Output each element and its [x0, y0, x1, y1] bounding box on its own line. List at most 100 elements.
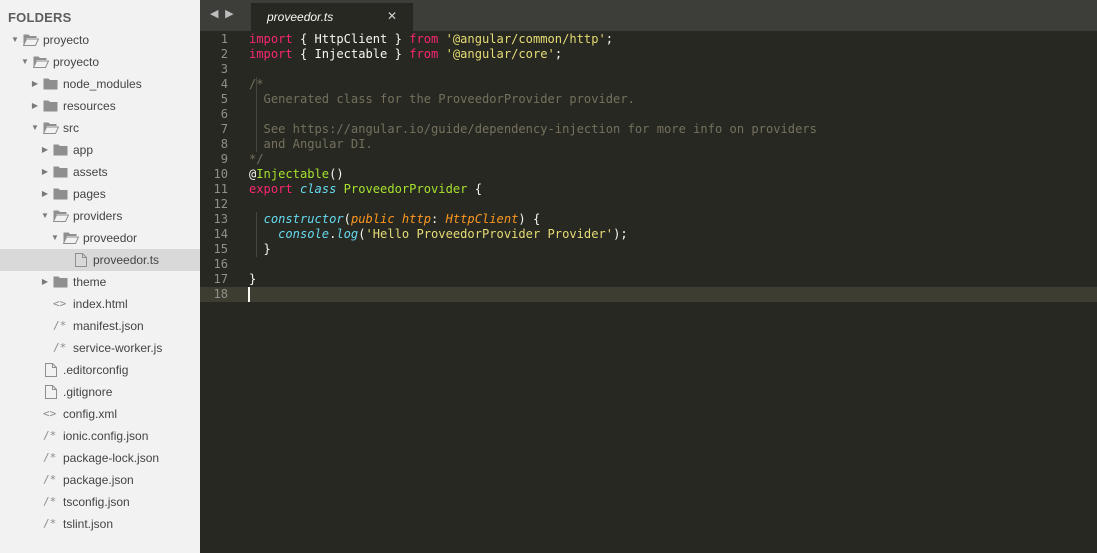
code-token: Generated class for the ProveedorProvide…: [249, 92, 635, 106]
chevron-down-icon[interactable]: ▼: [20, 51, 30, 73]
tree-folder-src[interactable]: ▼ src: [0, 117, 200, 139]
tree-folder-proyecto[interactable]: ▼ proyecto: [0, 51, 200, 73]
code-editor[interactable]: 1 import { HttpClient } from '@angular/co…: [200, 31, 1097, 553]
tree-file-config-xml[interactable]: <> config.xml: [0, 403, 200, 425]
comment-icon: /*: [43, 451, 57, 464]
chevron-down-icon[interactable]: ▼: [40, 205, 50, 227]
code-line[interactable]: 8 and Angular DI.: [200, 137, 1097, 152]
chevron-right-icon[interactable]: ▶: [40, 139, 50, 161]
code-token: import: [249, 47, 293, 61]
code-line[interactable]: 12: [200, 197, 1097, 212]
tree-folder-proyecto[interactable]: ▼ proyecto: [0, 29, 200, 51]
chevron-right-icon[interactable]: ▶: [40, 161, 50, 183]
code-text: and Angular DI.: [249, 137, 373, 152]
chevron-right-icon[interactable]: ▶: [30, 73, 40, 95]
line-number: 17: [213, 272, 228, 286]
tab-navigation: ◀ ▶: [210, 7, 237, 23]
code-token: ;: [605, 32, 614, 46]
code-line[interactable]: 4 /*: [200, 77, 1097, 92]
folder-icon: [43, 77, 58, 91]
folder-open-icon: [33, 55, 49, 69]
chevron-right-icon[interactable]: ▶: [40, 271, 50, 293]
tree-folder-node-modules[interactable]: ▶ node_modules: [0, 73, 200, 95]
folder-open-icon: [23, 33, 39, 47]
code-line[interactable]: 13 constructor(public http: HttpClient) …: [200, 212, 1097, 227]
code-line[interactable]: 2 import { Injectable } from '@angular/co…: [200, 47, 1097, 62]
tree-folder-assets[interactable]: ▶ assets: [0, 161, 200, 183]
code-line[interactable]: 6: [200, 107, 1097, 122]
code-token: Injectable: [256, 167, 330, 181]
folder-open-icon: [53, 209, 69, 223]
line-number: 5: [220, 92, 228, 106]
code-line[interactable]: 16: [200, 257, 1097, 272]
tree-file-package-lock-json[interactable]: /* package-lock.json: [0, 447, 200, 469]
tree-item-label: config.xml: [63, 407, 118, 421]
tree-file-tslint-json[interactable]: /* tslint.json: [0, 513, 200, 535]
tree-file-editorconfig[interactable]: .editorconfig: [0, 359, 200, 381]
chevron-down-icon[interactable]: ▼: [50, 227, 60, 249]
line-number: 8: [220, 137, 228, 151]
tree-item-label: proyecto: [53, 55, 100, 69]
line-number: 3: [220, 62, 228, 76]
code-token: { Injectable }: [292, 47, 410, 61]
chevron-down-icon[interactable]: ▼: [10, 29, 20, 51]
line-number: 13: [213, 212, 228, 226]
code-token: import: [249, 32, 293, 46]
line-number: 4: [220, 77, 228, 91]
code-line[interactable]: 15 }: [200, 242, 1097, 257]
chevron-right-icon[interactable]: ▶: [40, 183, 50, 205]
code-icon: <>: [53, 297, 67, 310]
tree-folder-providers[interactable]: ▼ providers: [0, 205, 200, 227]
tree-file-package-json[interactable]: /* package.json: [0, 469, 200, 491]
tree-file-manifest-json[interactable]: /* manifest.json: [0, 315, 200, 337]
tree-folder-resources[interactable]: ▶ resources: [0, 95, 200, 117]
chevron-down-icon[interactable]: ▼: [30, 117, 40, 139]
code-token: from: [409, 47, 439, 61]
sidebar: FOLDERS ▼ proyecto ▼ proyecto ▶ node_modules ▶…: [0, 0, 200, 553]
code-line[interactable]: 10 @Injectable(): [200, 167, 1097, 182]
code-token: 'Hello ProveedorProvider Provider': [365, 227, 614, 241]
code-text: See https://angular.io/guide/dependency-…: [249, 122, 817, 137]
code-line[interactable]: 3: [200, 62, 1097, 77]
code-line[interactable]: 11 export class ProveedorProvider {: [200, 182, 1097, 197]
code-line[interactable]: 17}: [200, 272, 1097, 287]
code-token: constructor: [263, 212, 344, 226]
tree-file-proveedor-ts[interactable]: proveedor.ts: [0, 249, 200, 271]
code-line[interactable]: 1 import { HttpClient } from '@angular/co…: [200, 32, 1097, 47]
folder-icon: [43, 99, 58, 113]
tree-file-ionic-config-json[interactable]: /* ionic.config.json: [0, 425, 200, 447]
tree-folder-app[interactable]: ▶ app: [0, 139, 200, 161]
folder-icon: [53, 165, 68, 179]
tree-item-label: proveedor: [83, 231, 138, 245]
code-line[interactable]: 7 See https://angular.io/guide/dependenc…: [200, 122, 1097, 137]
tree-file-service-worker-js[interactable]: /* service-worker.js: [0, 337, 200, 359]
close-icon[interactable]: ✕: [387, 9, 397, 23]
text-caret: [248, 287, 250, 302]
chevron-right-icon[interactable]: ▶: [30, 95, 40, 117]
code-line[interactable]: 18: [200, 287, 1097, 302]
tree-item-label: tsconfig.json: [63, 495, 130, 509]
code-token: class: [299, 182, 337, 196]
code-line[interactable]: 14 console.log('Hello ProveedorProvider …: [200, 227, 1097, 242]
tree-item-label: proveedor.ts: [93, 253, 160, 267]
code-token: (: [343, 212, 351, 226]
tree-item-label: proyecto: [43, 33, 90, 47]
code-token: */: [249, 152, 264, 166]
tree-file-gitignore[interactable]: .gitignore: [0, 381, 200, 403]
tab-next-icon[interactable]: ▶: [225, 7, 237, 20]
tree-file-tsconfig-json[interactable]: /* tsconfig.json: [0, 491, 200, 513]
line-number: 14: [213, 227, 228, 241]
tab-prev-icon[interactable]: ◀: [210, 7, 222, 20]
code-line[interactable]: 9 */: [200, 152, 1097, 167]
tree-file-index-html[interactable]: <> index.html: [0, 293, 200, 315]
comment-icon: /*: [43, 473, 57, 486]
tree-folder-theme[interactable]: ▶ theme: [0, 271, 200, 293]
tree-item-label: manifest.json: [73, 319, 144, 333]
code-line[interactable]: 5 Generated class for the ProveedorProvi…: [200, 92, 1097, 107]
line-number: 15: [213, 242, 228, 256]
tree-folder-pages[interactable]: ▶ pages: [0, 183, 200, 205]
tree-folder-proveedor[interactable]: ▼ proveedor: [0, 227, 200, 249]
tab-proveedor-ts[interactable]: proveedor.ts ✕: [251, 3, 413, 31]
